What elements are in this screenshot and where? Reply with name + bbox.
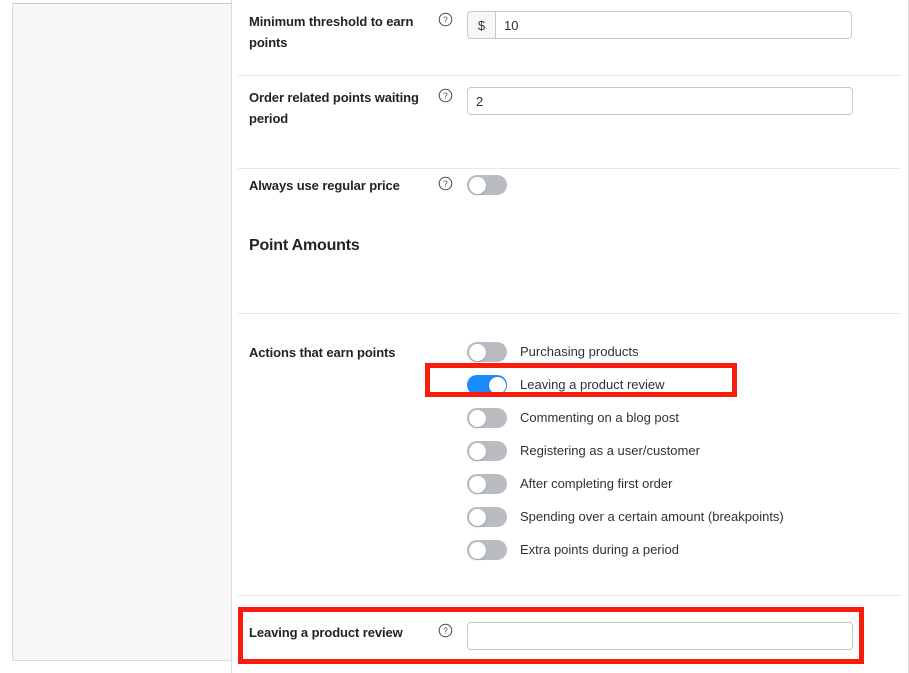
action-label: After completing first order (520, 476, 673, 491)
actions-toggle-list: Purchasing products Leaving a product re… (467, 342, 784, 560)
svg-text:?: ? (443, 16, 448, 25)
toggle-knob (468, 176, 486, 194)
help-circle-icon[interactable]: ? (438, 176, 453, 191)
minimum-threshold-help[interactable]: ? (438, 11, 467, 27)
help-circle-icon[interactable]: ? (438, 623, 453, 638)
toggle-after-completing-first-order[interactable] (467, 474, 507, 494)
action-label: Purchasing products (520, 344, 639, 359)
action-item-purchasing-products: Purchasing products (467, 342, 784, 362)
settings-rows: Minimum threshold to earn points ? $ Ord (232, 0, 908, 673)
minimum-threshold-label: Minimum threshold to earn points (249, 14, 414, 50)
toggle-knob (468, 409, 486, 427)
action-item-leaving-a-product-review: Leaving a product review (467, 375, 784, 395)
action-item-commenting-on-a-blog-post: Commenting on a blog post (467, 408, 784, 428)
leaving-a-product-review-field (467, 622, 901, 650)
waiting-period-input[interactable] (467, 87, 853, 115)
actions-field: Purchasing products Leaving a product re… (467, 342, 901, 560)
row-waiting-period: Order related points waiting period ? (232, 76, 908, 169)
waiting-period-label: Order related points waiting period (249, 90, 419, 126)
regular-price-help[interactable]: ? (438, 175, 467, 191)
toggle-knob (468, 541, 486, 559)
always-use-regular-price-toggle[interactable] (467, 175, 507, 195)
row-leaving-a-product-review-amount: Leaving a product review ? (232, 596, 908, 673)
leaving-a-product-review-help[interactable]: ? (438, 622, 467, 638)
row-minimum-threshold: Minimum threshold to earn points ? $ (232, 0, 908, 76)
sidebar-panel (12, 3, 232, 661)
minimum-threshold-input-group: $ (467, 11, 852, 39)
point-amounts-heading: Point Amounts (249, 237, 360, 254)
settings-page: Minimum threshold to earn points ? $ Ord (0, 0, 909, 673)
toggle-extra-points-during-a-period[interactable] (467, 540, 507, 560)
action-label: Leaving a product review (520, 377, 665, 392)
help-circle-icon[interactable]: ? (438, 12, 453, 27)
action-item-extra-points-during-a-period: Extra points during a period (467, 540, 784, 560)
toggle-knob (488, 376, 506, 394)
toggle-knob (468, 508, 486, 526)
toggle-knob (468, 442, 486, 460)
help-circle-icon[interactable]: ? (438, 88, 453, 103)
regular-price-field (467, 175, 901, 195)
waiting-period-help[interactable]: ? (438, 87, 467, 103)
actions-help-spacer (438, 342, 467, 343)
toggle-leaving-a-product-review[interactable] (467, 375, 507, 395)
toggle-commenting-on-a-blog-post[interactable] (467, 408, 507, 428)
toggle-knob (468, 475, 486, 493)
action-item-after-completing-first-order: After completing first order (467, 474, 784, 494)
actions-that-earn-points-label: Actions that earn points (249, 345, 396, 360)
svg-text:?: ? (443, 180, 448, 189)
svg-text:?: ? (443, 92, 448, 101)
leaving-a-product-review-label: Leaving a product review (249, 625, 403, 640)
action-label: Extra points during a period (520, 542, 679, 557)
row-regular-price: Always use regular price ? Point Amounts (232, 169, 908, 314)
toggle-knob (468, 343, 486, 361)
action-label: Spending over a certain amount (breakpoi… (520, 509, 784, 524)
toggle-purchasing-products[interactable] (467, 342, 507, 362)
minimum-threshold-field: $ (467, 11, 901, 39)
minimum-threshold-input[interactable] (495, 11, 852, 39)
action-item-registering-as-a-user-customer: Registering as a user/customer (467, 441, 784, 461)
regular-price-label: Always use regular price (249, 178, 400, 193)
waiting-period-field (467, 87, 901, 115)
action-label: Registering as a user/customer (520, 443, 700, 458)
action-label: Commenting on a blog post (520, 410, 679, 425)
action-item-spending-over-a-certain-amount: Spending over a certain amount (breakpoi… (467, 507, 784, 527)
settings-content-panel: Minimum threshold to earn points ? $ Ord (231, 0, 909, 673)
toggle-spending-over-a-certain-amount[interactable] (467, 507, 507, 527)
toggle-registering-as-a-user-customer[interactable] (467, 441, 507, 461)
svg-text:?: ? (443, 627, 448, 636)
leaving-a-product-review-input[interactable] (467, 622, 853, 650)
row-actions-that-earn-points: Actions that earn points Purchasing prod… (232, 314, 908, 596)
currency-prefix: $ (467, 11, 495, 39)
